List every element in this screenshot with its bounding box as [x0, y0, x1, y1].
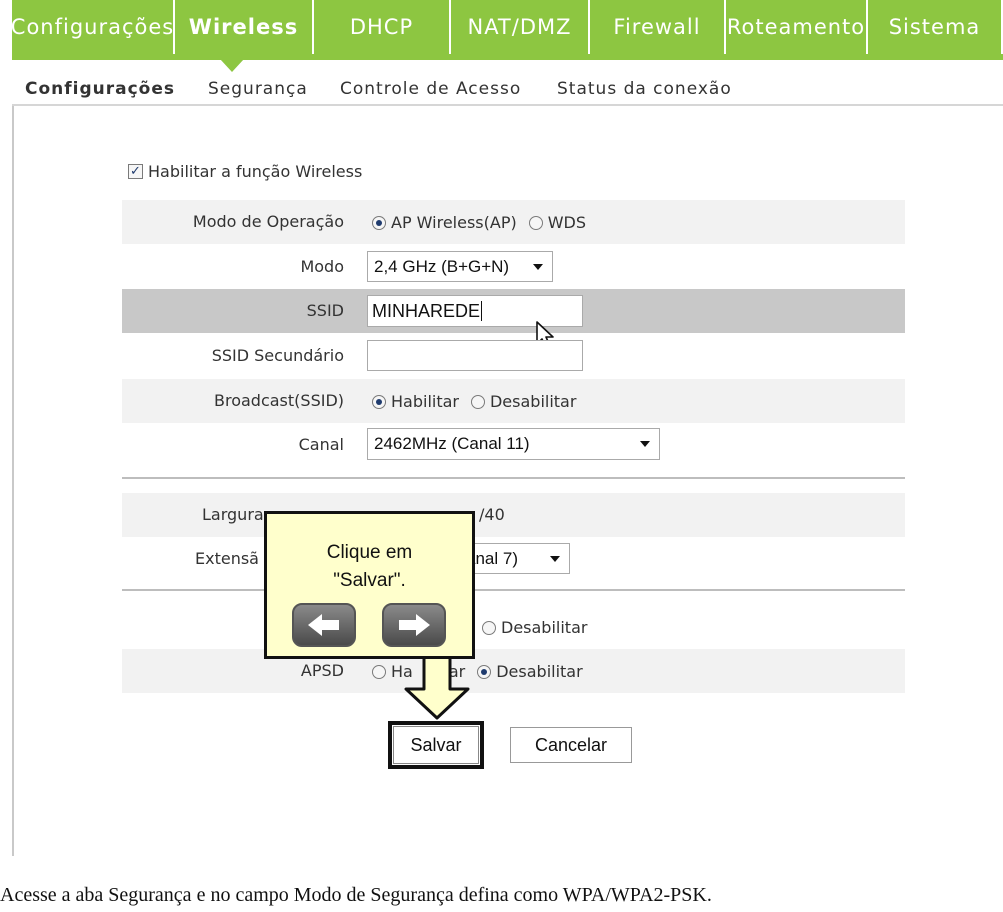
tab-nat-dmz[interactable]: NAT/DMZ [451, 0, 590, 54]
section-divider [122, 589, 905, 591]
tooltip-message: Clique em "Salvar". [267, 539, 472, 595]
op-mode-row: Modo de Operação AP Wireless(AP) WDS [122, 200, 905, 244]
subtab-controle-acesso[interactable]: Controle de Acesso [340, 79, 521, 99]
apsd-label: APSD [300, 661, 344, 680]
op-mode-ap-radio[interactable] [372, 215, 386, 230]
tooltip-line-2: "Salvar". [333, 570, 406, 591]
mode-select-value: 2,4 GHz (B+G+N) [374, 256, 510, 276]
extension-label: Extensã [195, 549, 259, 568]
op-mode-wds-radio[interactable] [528, 215, 543, 230]
tooltip-line-1: Clique em [326, 542, 413, 563]
cancel-button[interactable]: Cancelar [510, 727, 632, 763]
apsd-disable-radio[interactable] [477, 664, 492, 679]
op-mode-wds-option[interactable]: WDS [528, 213, 586, 232]
tab-wireless[interactable]: Wireless [175, 0, 314, 54]
sub-navigation: Configurações Segurança Controle de Aces… [12, 76, 1003, 106]
tab-sistema[interactable]: Sistema [868, 0, 1003, 54]
channel-select[interactable]: 2462MHz (Canal 11) [367, 428, 660, 460]
broadcast-disable-option[interactable]: Desabilitar [470, 392, 577, 411]
bandwidth-option-tail: /40 [479, 505, 505, 524]
tab-dhcp[interactable]: DHCP [314, 0, 451, 54]
active-tab-indicator [220, 59, 244, 72]
apsd-disable-label: Desabilitar [496, 662, 583, 681]
mode-select[interactable]: 2,4 GHz (B+G+N) [367, 251, 553, 282]
subtab-status-conexao[interactable]: Status da conexão [557, 79, 732, 99]
enable-wireless-checkbox[interactable]: ✓ [128, 164, 143, 179]
broadcast-label: Broadcast(SSID) [214, 391, 344, 410]
enable-wireless-row: ✓ Habilitar a função Wireless [128, 162, 362, 181]
tab-firewall[interactable]: Firewall [590, 0, 726, 54]
chevron-down-icon [640, 441, 650, 447]
broadcast-disable-radio[interactable] [470, 394, 485, 409]
tutorial-tooltip: Clique em "Salvar". [264, 511, 475, 659]
apsd-row: APSD Ha ar Desabilitar [122, 649, 905, 693]
tooltip-pointer-arrow [404, 655, 470, 720]
subtab-seguranca[interactable]: Segurança [208, 79, 308, 99]
op-mode-ap-option[interactable]: AP Wireless(AP) [372, 213, 517, 232]
enable-wireless-label: Habilitar a função Wireless [148, 162, 363, 181]
mode-label: Modo [300, 257, 344, 276]
apsd-enable-radio[interactable] [372, 664, 386, 679]
channel-select-value: 2462MHz (Canal 11) [374, 434, 530, 453]
wmm-disable-option[interactable]: Desabilitar [482, 618, 587, 637]
chevron-down-icon [533, 263, 543, 270]
ssid-secondary-input[interactable] [367, 340, 583, 371]
apsd-disable-option[interactable]: Desabilitar [477, 662, 583, 681]
tooltip-back-button[interactable] [292, 603, 356, 647]
subtab-configuracoes[interactable]: Configurações [25, 79, 175, 99]
channel-label: Canal [298, 435, 344, 454]
tab-roteamento[interactable]: Roteamento [726, 0, 868, 54]
wmm-row: Desabilitar [122, 606, 905, 650]
broadcast-enable-label: Habilitar [391, 392, 459, 411]
arrow-right-icon [399, 614, 430, 636]
chevron-down-icon [550, 555, 560, 562]
save-button[interactable]: Salvar [388, 721, 484, 769]
bandwidth-row: Largura /40 [122, 493, 905, 537]
top-navigation: Configurações Wireless DHCP NAT/DMZ Fire… [11, 0, 1003, 72]
wmm-disable-radio[interactable] [482, 620, 496, 635]
text-caret [481, 301, 483, 321]
broadcast-disable-label: Desabilitar [489, 392, 577, 411]
op-mode-ap-label: AP Wireless(AP) [391, 213, 517, 232]
tooltip-next-button[interactable] [382, 603, 446, 647]
broadcast-row: Broadcast(SSID) Habilitar Desabilitar [122, 379, 905, 423]
instruction-caption: Acesse a aba Segurança e no campo Modo d… [0, 884, 712, 906]
broadcast-enable-option[interactable]: Habilitar [372, 392, 459, 411]
ssid-secondary-label: SSID Secundário [211, 346, 344, 365]
wmm-disable-label: Desabilitar [501, 618, 588, 637]
op-mode-wds-label: WDS [547, 213, 586, 232]
arrow-left-icon [308, 614, 339, 636]
section-divider [122, 477, 905, 479]
bandwidth-label: Largura [202, 505, 264, 524]
broadcast-enable-radio[interactable] [372, 394, 386, 409]
ssid-label: SSID [306, 301, 344, 320]
tab-configuracoes[interactable]: Configurações [11, 0, 175, 54]
ssid-input-value: MINHAREDE [372, 300, 481, 321]
op-mode-label: Modo de Operação [192, 212, 344, 231]
